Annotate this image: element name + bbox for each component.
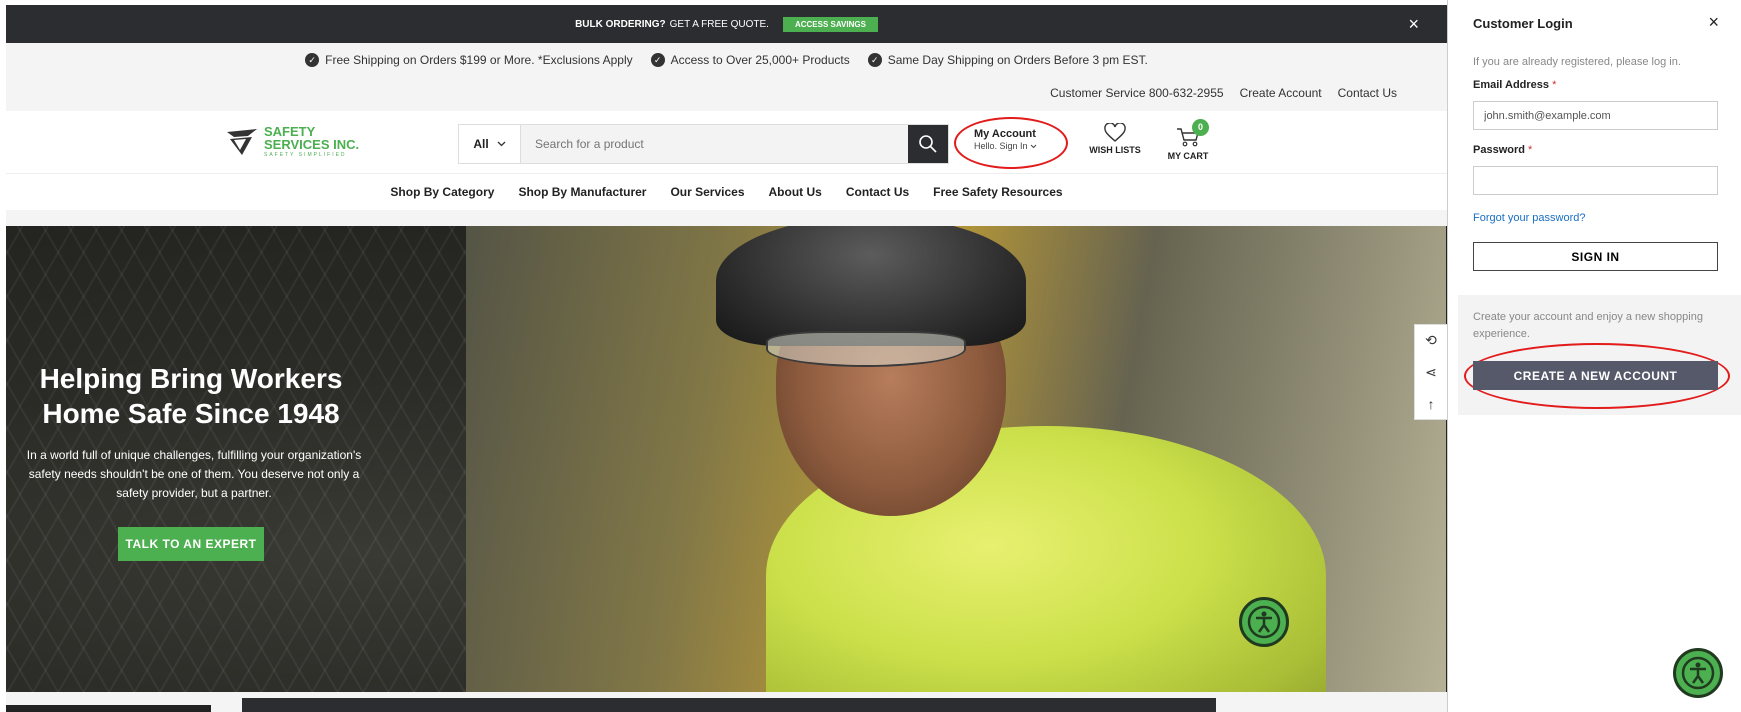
accessibility-icon xyxy=(1681,656,1715,690)
promo-bar: BULK ORDERING? GET A FREE QUOTE. ACCESS … xyxy=(6,5,1447,43)
benefit-text: Free Shipping on Orders $199 or More. *E… xyxy=(325,53,633,67)
promo-bold-text: BULK ORDERING? xyxy=(575,18,666,30)
main-nav: Shop By Category Shop By Manufacturer Ou… xyxy=(6,173,1447,210)
search-input[interactable] xyxy=(521,125,908,163)
check-circle-icon: ✓ xyxy=(305,53,320,67)
history-icon[interactable]: ⟲ xyxy=(1425,332,1437,349)
password-field[interactable] xyxy=(1473,166,1718,195)
search-bar: All xyxy=(458,124,949,164)
nav-about-us[interactable]: About Us xyxy=(769,185,822,199)
bottom-strip-left xyxy=(6,705,211,712)
accessibility-button[interactable] xyxy=(1239,597,1289,647)
panel-title: Customer Login xyxy=(1473,16,1573,31)
hero-title-line2: Home Safe Since 1948 xyxy=(42,398,340,429)
hero-safety-glasses xyxy=(766,331,966,367)
highlight-ring-account xyxy=(954,117,1068,169)
hero-hard-hat xyxy=(716,226,1026,346)
customer-login-panel: Customer Login × If you are already regi… xyxy=(1447,0,1741,712)
benefit-item: ✓ Free Shipping on Orders $199 or More. … xyxy=(305,53,633,67)
nav-shop-by-category[interactable]: Shop By Category xyxy=(390,185,494,199)
customer-service-link[interactable]: Customer Service 800-632-2955 xyxy=(1050,86,1223,100)
hero-banner: Helping Bring Workers Home Safe Since 19… xyxy=(6,226,1447,692)
access-savings-button[interactable]: ACCESS SAVINGS xyxy=(782,16,878,32)
cart-count-badge: 0 xyxy=(1192,119,1209,136)
search-icon xyxy=(919,135,937,153)
floating-tools: ⟲ ⋖ ↑ xyxy=(1414,324,1447,420)
hero-title-line1: Helping Bring Workers xyxy=(39,363,343,394)
search-category-label: All xyxy=(473,137,489,151)
nav-contact-us[interactable]: Contact Us xyxy=(846,185,909,199)
logo-line2: SERVICES INC. xyxy=(264,137,360,152)
hero-title: Helping Bring Workers Home Safe Since 19… xyxy=(6,361,376,431)
bottom-strip xyxy=(242,698,1216,712)
benefit-text: Access to Over 25,000+ Products xyxy=(670,53,850,67)
site-logo[interactable]: SAFETY SERVICES INC. SAFETY SIMPLIFIED xyxy=(226,125,359,158)
logo-tagline: SAFETY SIMPLIFIED xyxy=(264,152,347,158)
create-account-link[interactable]: Create Account xyxy=(1240,86,1322,100)
heart-icon xyxy=(1104,122,1126,142)
login-note: If you are already registered, please lo… xyxy=(1473,56,1681,68)
nav-free-safety-resources[interactable]: Free Safety Resources xyxy=(933,185,1062,199)
chevron-down-icon xyxy=(497,141,506,147)
benefit-item: ✓ Same Day Shipping on Orders Before 3 p… xyxy=(867,53,1148,67)
talk-to-expert-button[interactable]: TALK TO AN EXPERT xyxy=(118,527,264,561)
wish-lists-label: WISH LISTS xyxy=(1089,145,1141,155)
email-field[interactable] xyxy=(1473,101,1718,130)
sign-in-button[interactable]: SIGN IN xyxy=(1473,242,1718,271)
website-area: BULK ORDERING? GET A FREE QUOTE. ACCESS … xyxy=(6,5,1447,712)
my-cart-button[interactable]: 0 MY CART xyxy=(1161,119,1215,161)
check-circle-icon: ✓ xyxy=(867,53,882,67)
benefit-text: Same Day Shipping on Orders Before 3 pm … xyxy=(887,53,1148,67)
promo-text: GET A FREE QUOTE. xyxy=(669,18,769,30)
hero-description: In a world full of unique challenges, fu… xyxy=(26,448,362,501)
my-cart-label: MY CART xyxy=(1167,151,1209,161)
check-circle-icon: ✓ xyxy=(650,53,665,67)
wish-lists-button[interactable]: WISH LISTS xyxy=(1082,122,1148,155)
logo-text: SAFETY SERVICES INC. SAFETY SIMPLIFIED xyxy=(264,125,359,158)
password-label: Password * xyxy=(1473,144,1532,156)
email-label-text: Email Address xyxy=(1473,79,1550,91)
create-account-section: Create your account and enjoy a new shop… xyxy=(1458,295,1741,415)
scroll-top-icon[interactable]: ↑ xyxy=(1428,396,1435,412)
nav-shop-by-manufacturer[interactable]: Shop By Manufacturer xyxy=(518,185,646,199)
page: BULK ORDERING? GET A FREE QUOTE. ACCESS … xyxy=(0,0,1741,712)
password-label-text: Password xyxy=(1473,144,1525,156)
benefits-bar: ✓ Free Shipping on Orders $199 or More. … xyxy=(6,53,1447,67)
nav-our-services[interactable]: Our Services xyxy=(670,185,744,199)
share-icon[interactable]: ⋖ xyxy=(1425,364,1437,381)
search-category-select[interactable]: All xyxy=(459,125,521,163)
contact-us-link[interactable]: Contact Us xyxy=(1338,86,1397,100)
create-account-note: Create your account and enjoy a new shop… xyxy=(1473,311,1703,340)
search-button[interactable] xyxy=(908,125,948,163)
forgot-password-link[interactable]: Forgot your password? xyxy=(1473,212,1586,224)
promo-close-icon[interactable]: × xyxy=(1408,14,1419,35)
site-header: SAFETY SERVICES INC. SAFETY SIMPLIFIED A… xyxy=(6,111,1447,173)
create-new-account-button[interactable]: CREATE A NEW ACCOUNT xyxy=(1473,361,1718,390)
accessibility-icon xyxy=(1247,605,1281,639)
required-mark: * xyxy=(1552,79,1557,91)
email-label: Email Address * xyxy=(1473,79,1556,91)
accessibility-button[interactable] xyxy=(1673,648,1723,698)
utility-links: Customer Service 800-632-2955 Create Acc… xyxy=(1050,86,1397,100)
logo-shield-icon xyxy=(227,128,257,155)
benefit-item: ✓ Access to Over 25,000+ Products xyxy=(650,53,850,67)
required-mark: * xyxy=(1528,144,1533,156)
panel-close-icon[interactable]: × xyxy=(1708,12,1719,33)
